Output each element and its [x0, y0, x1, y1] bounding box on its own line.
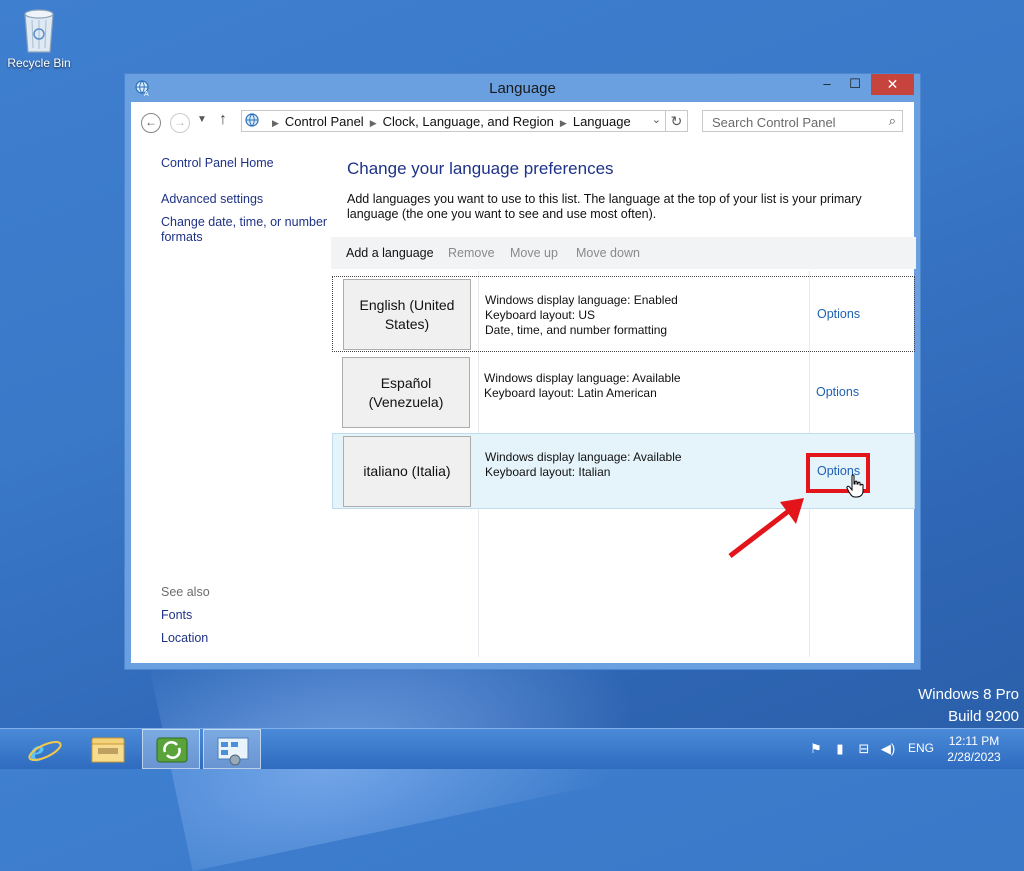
page-title: Change your language preferences	[347, 159, 614, 178]
control-panel-taskbar-button[interactable]	[203, 729, 261, 769]
move-down-button[interactable]: Move down	[576, 246, 640, 260]
display-language-status: Windows display language: Available	[484, 371, 681, 385]
language-name-button[interactable]: English (United States)	[343, 279, 471, 350]
display-language-status: Windows display language: Enabled	[485, 293, 678, 307]
control-panel-icon	[217, 737, 249, 766]
keyboard-layout: Keyboard layout: US	[485, 308, 596, 322]
network-icon[interactable]: ⊟	[856, 741, 872, 757]
clock-time: 12:11 PM	[948, 734, 1000, 748]
keyboard-layout: Keyboard layout: Latin American	[484, 386, 657, 400]
internet-explorer-taskbar-button[interactable]: e	[16, 729, 74, 769]
window-client-area: ← → ▼ ↑ ▶ Control Panel ▶ Clock, Language, …	[131, 102, 916, 663]
language-details: Windows display language: Enabled Keyboa…	[485, 293, 678, 338]
display-language-status: Windows display language: Available	[485, 450, 682, 464]
close-button[interactable]: ✕	[871, 74, 914, 95]
search-icon[interactable]: ⌕	[889, 113, 896, 129]
add-language-button[interactable]: Add a language	[346, 246, 434, 260]
breadcrumb: ▶ Control Panel ▶ Clock, Language, and Regi…	[266, 114, 631, 129]
control-panel-icon	[245, 113, 261, 129]
window-title: Language	[489, 80, 556, 97]
language-name-button[interactable]: Español (Venezuela)	[342, 357, 470, 428]
language-row-english[interactable]: English (United States) Windows display …	[332, 276, 915, 352]
internet-explorer-icon: e	[28, 732, 62, 768]
hand-cursor-icon	[846, 474, 864, 498]
see-also-heading: See also	[161, 585, 210, 599]
page-description: Add languages you want to use to this li…	[347, 192, 862, 221]
forward-button[interactable]: →	[170, 113, 190, 133]
advanced-settings-link[interactable]: Advanced settings	[161, 192, 263, 206]
action-center-flag-icon[interactable]: ⚑	[808, 741, 824, 757]
sync-icon	[156, 737, 188, 763]
clock-date: 2/28/2023	[947, 750, 1001, 764]
address-dropdown-icon[interactable]: ⌄	[652, 113, 661, 126]
volume-icon[interactable]: ◀)	[880, 741, 896, 757]
search-input[interactable]	[710, 112, 879, 132]
breadcrumb-language[interactable]: Language	[573, 114, 631, 129]
recycle-bin-label: Recycle Bin	[7, 56, 71, 70]
language-row-espanol[interactable]: Español (Venezuela) Windows display lang…	[332, 355, 915, 431]
breadcrumb-separator-icon: ▶	[272, 118, 279, 128]
svg-text:e: e	[30, 732, 44, 768]
build-text: Build 9200	[948, 708, 1019, 725]
breadcrumb-control-panel[interactable]: Control Panel	[285, 114, 364, 129]
navigation-bar: ← → ▼ ↑ ▶ Control Panel ▶ Clock, Language, …	[131, 102, 914, 142]
maximize-button[interactable]: ☐	[842, 74, 868, 95]
language-name-button[interactable]: italiano (Italia)	[343, 436, 471, 507]
device-icon[interactable]: ▮	[832, 741, 848, 757]
back-button[interactable]: ←	[141, 113, 161, 133]
keyboard-layout: Keyboard layout: Italian	[485, 465, 611, 479]
language-details: Windows display language: Available Keyb…	[484, 371, 681, 401]
address-bar[interactable]: ▶ Control Panel ▶ Clock, Language, and Regi…	[241, 110, 666, 132]
annotation-arrow-icon	[728, 498, 804, 558]
breadcrumb-clock-language-region[interactable]: Clock, Language, and Region	[383, 114, 554, 129]
recycle-bin-desktop-icon[interactable]: Recycle Bin	[4, 6, 74, 70]
remove-button[interactable]: Remove	[448, 246, 495, 260]
taskbar: e ⚑ ▮ ⊟ ◀) ENG 12:11 PM 2/28/2023	[0, 728, 1024, 769]
language-details: Windows display language: Available Keyb…	[485, 450, 682, 480]
breadcrumb-separator-icon[interactable]: ▶	[560, 118, 567, 128]
fonts-link[interactable]: Fonts	[161, 608, 192, 622]
search-box[interactable]: ⌕	[702, 110, 903, 132]
recent-locations-dropdown-icon[interactable]: ▼	[197, 114, 207, 125]
windows-edition-watermark: Windows 8 Pro Build 9200	[918, 684, 1019, 728]
control-panel-home-link[interactable]: Control Panel Home	[161, 156, 274, 170]
language-window: A Language – ☐ ✕ ← → ▼ ↑ ▶ Control Panel ▶…	[124, 73, 921, 670]
folder-icon	[91, 737, 125, 763]
location-link[interactable]: Location	[161, 631, 208, 645]
options-link[interactable]: Options	[816, 385, 859, 399]
formatting-note: Date, time, and number formatting	[485, 323, 668, 337]
edition-text: Windows 8 Pro	[918, 686, 1019, 703]
language-toolbar: Add a language Remove Move up Move down	[331, 237, 916, 269]
move-up-button[interactable]: Move up	[510, 246, 558, 260]
options-link[interactable]: Options	[817, 307, 860, 321]
minimize-button[interactable]: –	[814, 74, 840, 95]
input-language-indicator[interactable]: ENG	[908, 741, 934, 755]
refresh-button[interactable]: ↻	[666, 110, 688, 132]
sync-app-taskbar-button[interactable]	[142, 729, 200, 769]
title-bar[interactable]: A Language – ☐ ✕	[125, 74, 920, 102]
file-explorer-taskbar-button[interactable]	[80, 729, 138, 769]
breadcrumb-separator-icon[interactable]: ▶	[370, 118, 377, 128]
system-clock[interactable]: 12:11 PM 2/28/2023	[944, 733, 1004, 765]
recycle-bin-icon	[19, 6, 59, 54]
up-level-button[interactable]: ↑	[219, 111, 227, 129]
change-formats-link[interactable]: Change date, time, or number formats	[161, 215, 331, 245]
